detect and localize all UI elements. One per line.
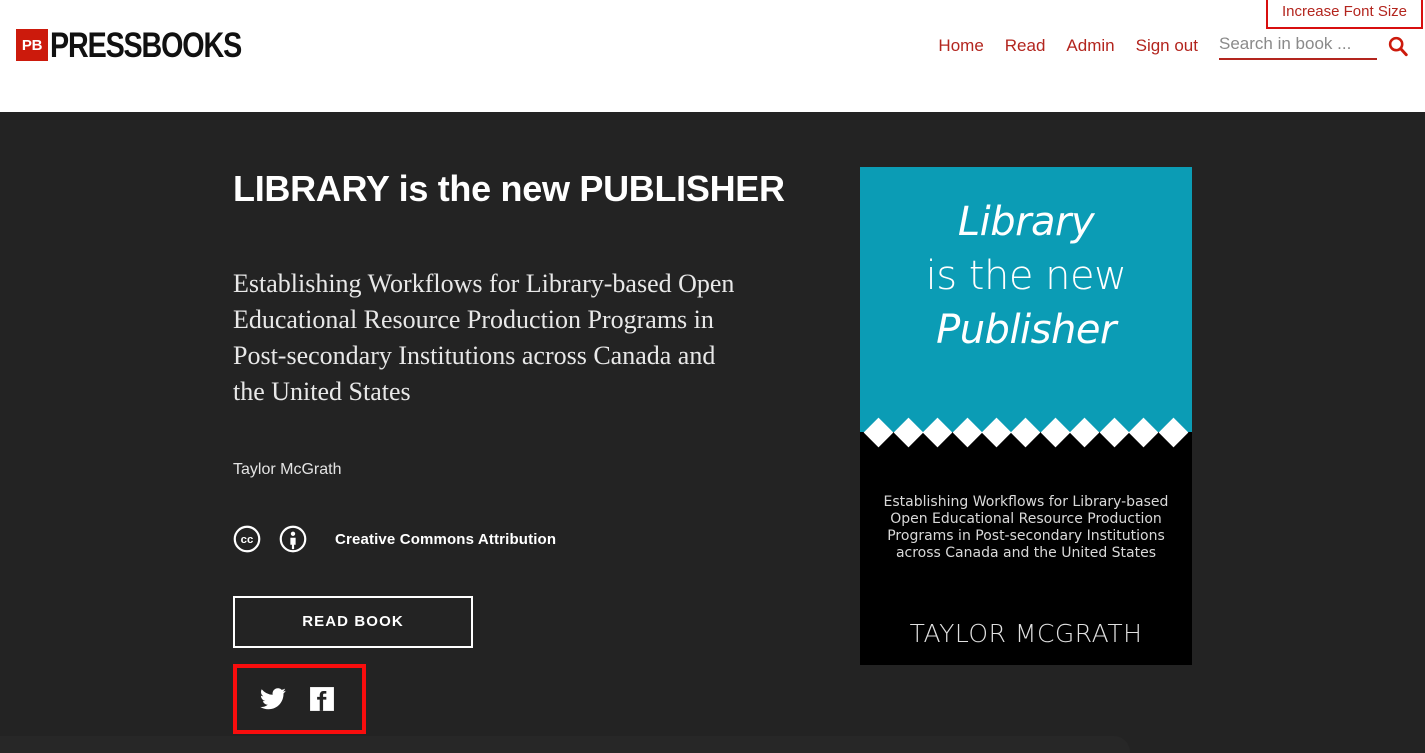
creative-commons-icon: cc bbox=[233, 526, 261, 553]
book-subtitle: Establishing Workflows for Library-based… bbox=[233, 269, 735, 407]
facebook-icon bbox=[310, 687, 334, 712]
cover-title-text: Library is the new Publisher bbox=[860, 195, 1192, 357]
cover-diamond bbox=[1128, 417, 1159, 447]
cover-title-line-3: Publisher bbox=[936, 307, 1116, 353]
share-buttons-highlight bbox=[233, 664, 366, 735]
book-landing-page: PB PRESSBOOKS Home Read Admin Sign out I… bbox=[0, 0, 1425, 753]
cover-diamond-divider bbox=[860, 414, 1192, 450]
share-twitter-button[interactable] bbox=[259, 685, 287, 713]
search-button[interactable] bbox=[1387, 35, 1409, 57]
attribution-by-icon bbox=[279, 526, 307, 553]
cover-diamond bbox=[1040, 417, 1071, 447]
cover-diamond bbox=[863, 417, 894, 447]
cover-diamond bbox=[952, 417, 982, 447]
search-input[interactable] bbox=[1219, 32, 1377, 60]
cover-diamond bbox=[893, 417, 924, 447]
twitter-icon bbox=[260, 688, 286, 710]
cover-diamond bbox=[922, 417, 953, 447]
book-cover-image[interactable]: Library is the new Publisher Establishin… bbox=[860, 167, 1192, 665]
svg-text:cc: cc bbox=[241, 534, 254, 546]
cover-title-line-1: Library bbox=[957, 199, 1095, 245]
site-header: PB PRESSBOOKS Home Read Admin Sign out I… bbox=[0, 0, 1425, 112]
read-book-button[interactable]: READ BOOK bbox=[233, 596, 473, 649]
page-title: LIBRARY is the new PUBLISHER bbox=[233, 168, 785, 209]
hero-inner: LIBRARY is the new PUBLISHER Establishin… bbox=[0, 112, 1425, 745]
increase-font-size-button[interactable]: Increase Font Size bbox=[1265, 0, 1423, 29]
pressbooks-logo-wordmark: PRESSBOOKS bbox=[50, 25, 242, 65]
nav-link-home[interactable]: Home bbox=[938, 33, 983, 59]
cover-diamond bbox=[1099, 417, 1130, 447]
license-name: Creative Commons Attribution bbox=[335, 530, 557, 548]
cover-author: TAYLOR MCGRATH bbox=[909, 619, 1143, 648]
cover-subtitle: Establishing Workflows for Library-based… bbox=[883, 494, 1169, 561]
cover-diamond bbox=[1070, 417, 1100, 447]
pressbooks-logo[interactable]: PB PRESSBOOKS bbox=[16, 27, 283, 63]
cover-title-line-2: is the new bbox=[925, 253, 1127, 299]
cover-diamond bbox=[1158, 417, 1189, 447]
cover-diamond bbox=[1011, 417, 1041, 447]
book-author: Taylor McGrath bbox=[233, 461, 342, 479]
license-row: cc Creative Commons Attribution bbox=[233, 525, 833, 553]
search-icon bbox=[1388, 36, 1408, 57]
pressbooks-logo-mark: PB bbox=[16, 29, 48, 61]
cover-diamond bbox=[981, 417, 1012, 447]
nav-link-read[interactable]: Read bbox=[1005, 33, 1046, 59]
header-navigation: Home Read Admin Sign out bbox=[938, 32, 1409, 60]
increase-font-size-label: Increase Font Size bbox=[1281, 3, 1407, 20]
nav-link-admin[interactable]: Admin bbox=[1066, 33, 1114, 59]
share-facebook-button[interactable] bbox=[309, 686, 335, 712]
footer-panel bbox=[0, 736, 1130, 753]
book-hero-section: LIBRARY is the new PUBLISHER Establishin… bbox=[0, 112, 1425, 745]
book-search bbox=[1219, 32, 1409, 60]
nav-link-sign-out[interactable]: Sign out bbox=[1136, 33, 1198, 59]
book-info-column: LIBRARY is the new PUBLISHER Establishin… bbox=[233, 168, 833, 735]
